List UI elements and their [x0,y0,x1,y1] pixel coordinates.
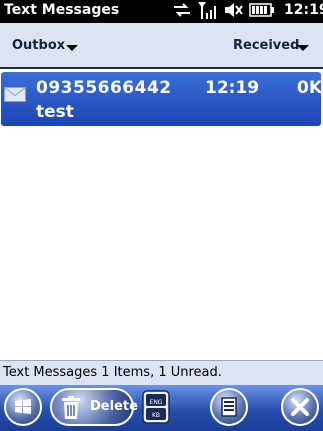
delete-button[interactable]: Delete [50,388,138,426]
status-icons[interactable] [172,1,280,23]
folder-chevron-down-icon[interactable] [66,45,78,51]
message-list-item[interactable]: 09355666442 12:19 0K test [1,72,323,126]
start-button[interactable] [4,388,42,426]
folder-dropdown[interactable]: Outbox [12,38,65,53]
message-preview: test [36,102,74,122]
soft-key-bar: Delete ENG KB [0,385,323,431]
list-header: Outbox Received [0,23,323,69]
speaker-muted-icon [224,2,244,22]
message-time: 12:19 [205,78,260,98]
sort-chevron-down-icon[interactable] [297,45,309,51]
windows-logo-icon [15,399,31,414]
close-button[interactable] [281,388,319,426]
message-sender: 09355666442 [36,78,172,98]
signal-icon [197,1,219,23]
sync-icon [172,2,192,22]
sort-dropdown[interactable]: Received [233,38,299,53]
title-bar: Text Messages 12:19 [0,0,323,23]
app-title: Text Messages [4,2,120,18]
keyboard-label: ENG KB [149,399,163,419]
message-status: 0K [297,78,323,98]
status-bar: Text Messages 1 Items, 1 Unread. [0,360,323,385]
menu-icon [221,397,237,417]
envelope-icon [4,87,26,102]
status-text: Text Messages 1 Items, 1 Unread. [3,365,222,380]
delete-label: Delete [90,399,138,414]
battery-icon [249,2,275,21]
keyboard-button[interactable]: ENG KB [142,390,170,424]
clock[interactable]: 12:19 [284,2,323,18]
close-icon [291,398,309,416]
menu-button[interactable] [210,388,248,426]
trash-icon [62,396,80,419]
